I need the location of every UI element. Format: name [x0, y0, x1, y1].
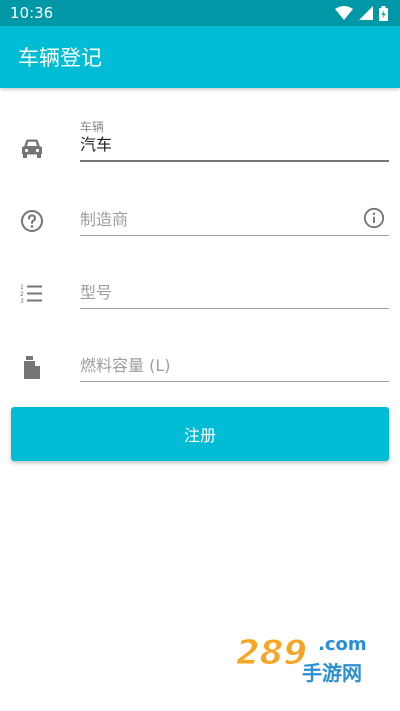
numbered-list-icon: 1 2 3: [20, 282, 44, 306]
watermark-logo: 289 .com 手游网: [236, 628, 386, 692]
model-row: 1 2 3 型号: [0, 268, 400, 318]
svg-text:2: 2: [20, 291, 24, 298]
watermark-caption: 手游网: [302, 661, 362, 685]
car-icon: [20, 137, 44, 161]
model-placeholder: 型号: [80, 283, 113, 302]
status-bar: 10:36: [0, 0, 400, 26]
fuel-capacity-placeholder: 燃料容量 (L): [80, 356, 171, 375]
fuel-capacity-row: 燃料容量 (L): [0, 341, 400, 391]
svg-text:3: 3: [20, 298, 24, 305]
svg-text:1: 1: [20, 284, 24, 291]
fuel-can-icon: [20, 356, 44, 380]
signal-icon: [359, 6, 373, 20]
vehicle-value: 汽车: [80, 135, 113, 154]
manufacturer-field[interactable]: 制造商: [80, 195, 389, 236]
manufacturer-row: 制造商: [0, 195, 400, 245]
vehicle-field[interactable]: 汽车: [80, 134, 389, 162]
manufacturer-placeholder: 制造商: [80, 210, 129, 229]
model-field[interactable]: 型号: [80, 268, 389, 309]
fuel-capacity-field[interactable]: 燃料容量 (L): [80, 341, 389, 382]
page-title: 车辆登记: [18, 46, 102, 70]
app-bar: 车辆登记: [0, 26, 400, 88]
help-circle-icon: [20, 209, 44, 233]
register-button[interactable]: 注册: [11, 407, 389, 461]
info-icon[interactable]: [363, 207, 385, 229]
status-icons: [335, 5, 388, 21]
watermark-number: 289: [236, 633, 307, 673]
wifi-icon: [335, 6, 353, 20]
status-time: 10:36: [10, 4, 54, 22]
register-button-label: 注册: [183, 426, 216, 445]
watermark-domain: .com: [318, 634, 367, 655]
battery-icon: [379, 5, 388, 21]
vehicle-row: 车辆 汽车: [0, 110, 400, 170]
